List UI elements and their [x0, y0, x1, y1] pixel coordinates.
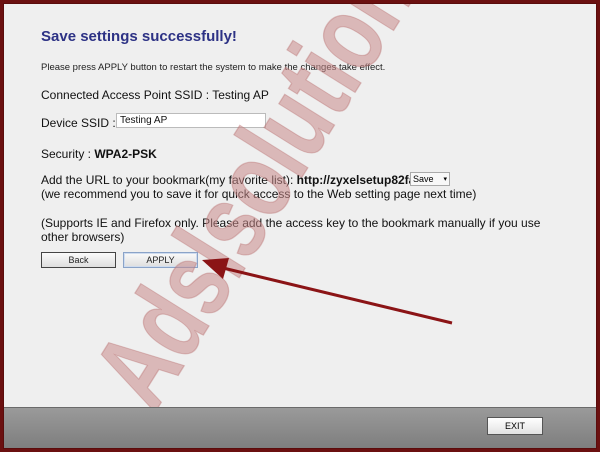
device-ssid-input[interactable] [116, 113, 266, 128]
main-content: Save settings successfully! Please press… [4, 4, 596, 410]
supports-text: (Supports IE and Firefox only. Please ad… [41, 216, 541, 244]
chevron-down-icon: ▾ [443, 176, 447, 183]
connected-ssid-text: Connected Access Point SSID : Testing AP [41, 88, 269, 102]
device-ssid-label: Device SSID : [41, 116, 116, 130]
exit-button[interactable]: EXIT [487, 417, 543, 435]
back-button[interactable]: Back [41, 252, 116, 268]
bookmark-url: http://zyxelsetup82fa [296, 173, 416, 187]
apply-button[interactable]: APPLY [123, 252, 198, 268]
page-title: Save settings successfully! [41, 28, 237, 45]
apply-note: Please press APPLY button to restart the… [41, 62, 386, 73]
page-frame: Save settings successfully! Please press… [3, 3, 597, 449]
security-value: WPA2-PSK [94, 147, 157, 161]
footer-bar: EXIT [4, 407, 596, 448]
security-line: Security : WPA2-PSK [41, 147, 157, 161]
bookmark-save-select[interactable]: Save ▾ [410, 172, 450, 186]
bookmark-select-value: Save [413, 174, 434, 184]
recommend-text: (we recommend you to save it for quick a… [41, 187, 477, 201]
bookmark-label: Add the URL to your bookmark(my favorite… [41, 173, 294, 187]
bookmark-line: Add the URL to your bookmark(my favorite… [41, 173, 415, 187]
security-label: Security : [41, 147, 92, 161]
